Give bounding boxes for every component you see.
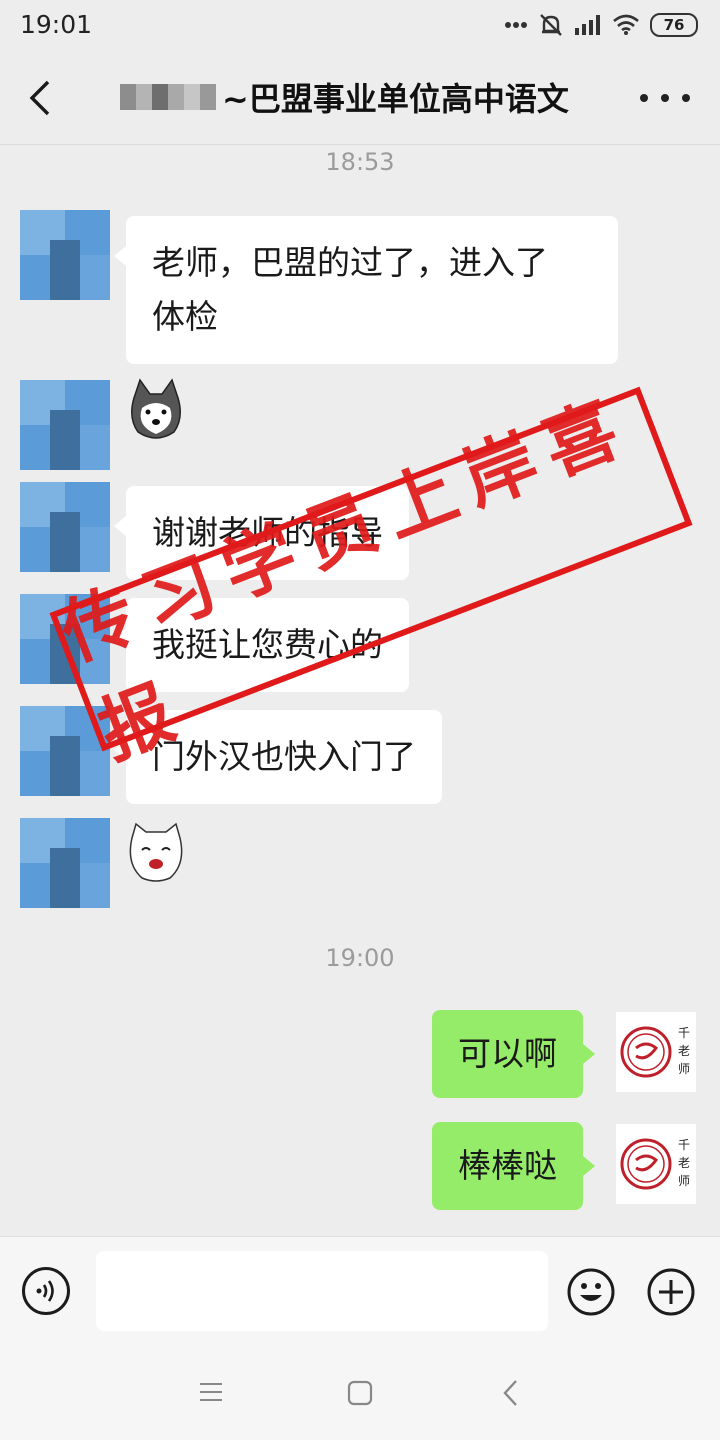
input-bar	[0, 1236, 720, 1345]
contact-avatar[interactable]	[20, 818, 110, 908]
teacher-avatar[interactable]: 千老师	[616, 1124, 696, 1204]
signal-icon	[575, 15, 600, 35]
plus-icon[interactable]	[646, 1267, 696, 1317]
message-text: 体检	[152, 297, 218, 336]
message-bubble-sent[interactable]: 可以啊	[432, 1010, 595, 1098]
contact-avatar[interactable]	[20, 706, 110, 796]
message-text: 棒棒哒	[458, 1146, 557, 1185]
mute-bell-icon	[540, 14, 562, 36]
status-icons: 76	[504, 10, 698, 40]
contact-avatar[interactable]	[20, 594, 110, 684]
timestamp: 19:00	[325, 944, 395, 972]
cat-face-sticker-icon[interactable]	[126, 820, 186, 884]
emoji-icon[interactable]	[566, 1267, 616, 1317]
system-navigation-bar	[0, 1344, 720, 1440]
menu-icon[interactable]	[198, 1380, 224, 1404]
husky-sticker-icon[interactable]	[126, 378, 186, 442]
timestamp: 18:53	[325, 148, 395, 176]
nav-back-icon[interactable]	[500, 1378, 522, 1408]
chat-header: ~巴盟事业单位高中语文	[0, 52, 720, 145]
battery-indicator: 76	[650, 13, 698, 37]
message-bubble-sent[interactable]: 棒棒哒	[432, 1122, 595, 1210]
message-text: 我挺让您费心的	[152, 625, 383, 664]
message-text: 老师，巴盟的过了，进入了	[152, 243, 548, 282]
home-icon[interactable]	[347, 1380, 373, 1406]
teacher-avatar[interactable]: 千老师	[616, 1012, 696, 1092]
back-arrow-icon[interactable]	[20, 76, 60, 120]
contact-avatar[interactable]	[20, 210, 110, 300]
voice-input-button[interactable]	[22, 1267, 70, 1315]
teacher-avatar-text: 千老师	[678, 1138, 691, 1188]
message-bubble-received[interactable]: 老师，巴盟的过了，进入了 体检	[114, 216, 618, 364]
message-bubble-received[interactable]: 谢谢老师的指导	[114, 486, 409, 580]
teacher-avatar-text: 千老师	[678, 1026, 691, 1076]
chat-title: ~巴盟事业单位高中语文	[120, 74, 569, 120]
voice-icon	[36, 1280, 54, 1302]
more-dots-icon	[505, 22, 527, 28]
message-bubble-received[interactable]: 我挺让您费心的	[114, 598, 409, 692]
message-input[interactable]	[96, 1251, 548, 1331]
blurred-name	[120, 84, 216, 110]
status-time: 19:01	[20, 10, 93, 39]
message-text: 谢谢老师的指导	[152, 513, 383, 552]
contact-avatar[interactable]	[20, 380, 110, 470]
wifi-icon	[613, 14, 639, 35]
message-bubble-received[interactable]: 门外汉也快入门了	[114, 710, 442, 804]
status-bar: 19:01 76	[0, 0, 720, 52]
message-text: 可以啊	[458, 1034, 557, 1073]
contact-avatar[interactable]	[20, 482, 110, 572]
chat-title-text: ~巴盟事业单位高中语文	[222, 80, 569, 118]
message-text: 门外汉也快入门了	[152, 737, 416, 776]
more-options-button[interactable]	[640, 78, 690, 118]
